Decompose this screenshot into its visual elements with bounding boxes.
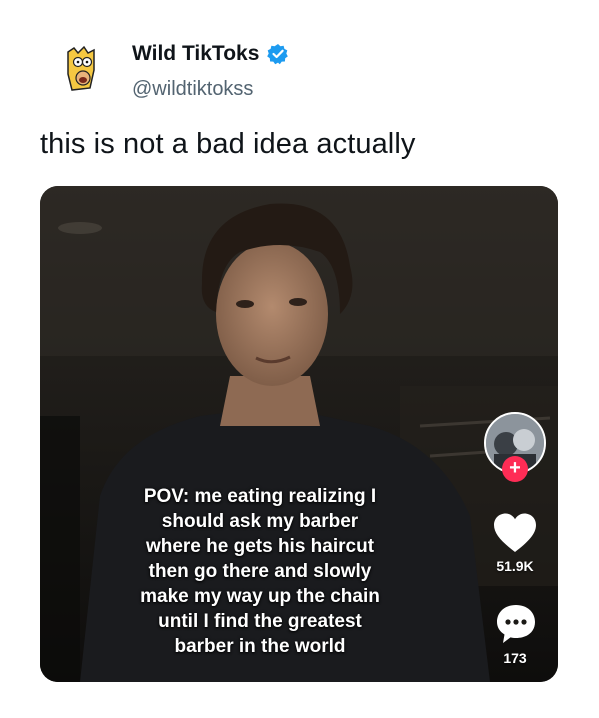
caption-line: until I find the greatest bbox=[158, 611, 362, 632]
follow-button[interactable]: + bbox=[502, 456, 528, 482]
cartoon-avatar-icon bbox=[67, 45, 95, 91]
caption-line: should ask my barber bbox=[161, 511, 359, 532]
verified-badge-icon bbox=[267, 43, 289, 65]
author-name-row[interactable]: Wild TikToks bbox=[132, 42, 289, 66]
author-avatar[interactable] bbox=[54, 44, 106, 96]
video-media[interactable]: POV: me eating realizing I should ask my… bbox=[40, 186, 558, 682]
author-handle[interactable]: @wildtiktokss bbox=[132, 78, 253, 101]
comment-bubble-icon bbox=[497, 605, 535, 643]
comment-button[interactable] bbox=[494, 602, 538, 646]
caption-line: then go there and slowly bbox=[148, 561, 372, 582]
caption-line: POV: me eating realizing I bbox=[143, 486, 377, 507]
caption-line: barber in the world bbox=[174, 636, 346, 657]
tweet-header: Wild TikToks @wildtiktokss bbox=[54, 40, 534, 104]
caption-line: where he gets his haircut bbox=[145, 536, 375, 557]
author-display-name[interactable]: Wild TikToks bbox=[132, 42, 259, 66]
heart-icon bbox=[494, 513, 536, 552]
like-button[interactable] bbox=[492, 512, 538, 554]
tweet-text: this is not a bad idea actually bbox=[40, 128, 416, 160]
comment-count: 173 bbox=[503, 650, 527, 666]
video-caption: POV: me eating realizing I should ask my… bbox=[110, 484, 410, 659]
caption-line: make my way up the chain bbox=[140, 586, 380, 607]
like-count: 51.9K bbox=[496, 558, 534, 574]
